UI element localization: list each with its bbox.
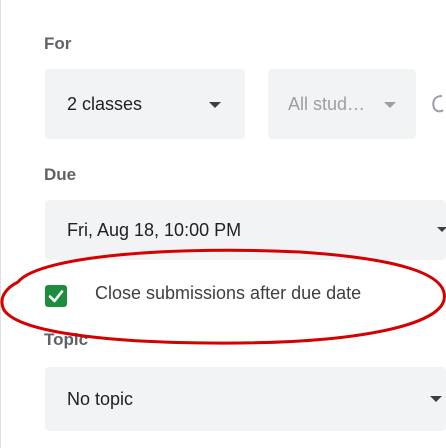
students-dropdown[interactable]: All stud… [268, 69, 416, 139]
due-date-dropdown[interactable]: Fri, Aug 18, 10:00 PM [45, 200, 446, 260]
chevron-down-icon [430, 396, 442, 402]
chevron-down-icon [209, 102, 221, 108]
chevron-down-icon [437, 227, 446, 232]
due-date-value: Fri, Aug 18, 10:00 PM [67, 219, 242, 240]
classes-dropdown[interactable]: 2 classes [45, 69, 245, 139]
topic-value: No topic [67, 388, 134, 409]
close-submissions-label[interactable]: Close submissions after due date [95, 283, 361, 304]
checkmark-icon [48, 290, 64, 303]
topic-section-label: Topic [44, 330, 89, 349]
topic-dropdown[interactable]: No topic [45, 367, 446, 431]
chevron-down-icon [384, 102, 396, 108]
classes-dropdown-value: 2 classes [67, 93, 143, 114]
due-section-label: Due [44, 165, 77, 184]
people-icon[interactable] [428, 94, 446, 114]
for-section-label: For [44, 34, 72, 53]
students-dropdown-value: All stud… [288, 93, 366, 114]
close-submissions-checkbox[interactable] [45, 285, 67, 307]
panel-left-divider [0, 0, 1, 448]
